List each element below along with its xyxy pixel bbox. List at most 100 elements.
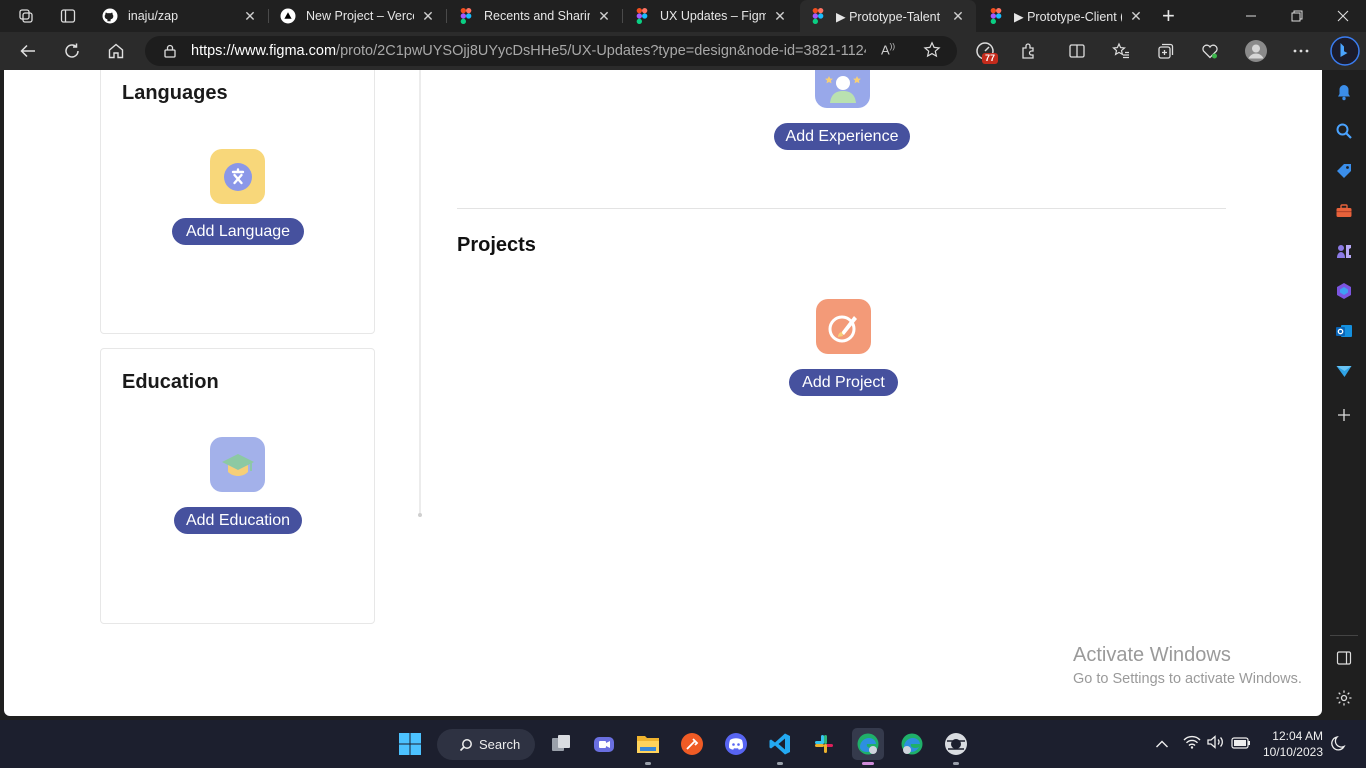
close-icon[interactable]: ✕ — [242, 8, 258, 25]
task-view-icon[interactable] — [545, 728, 577, 760]
hide-sidebar-icon[interactable] — [1333, 647, 1355, 669]
minimize-button[interactable] — [1228, 0, 1274, 32]
teams-chat-icon[interactable] — [588, 728, 620, 760]
tools-toolbox-icon[interactable] — [1333, 200, 1355, 222]
volume-icon[interactable] — [1207, 735, 1225, 754]
github-icon — [102, 8, 118, 24]
new-tab-button[interactable]: + — [1158, 0, 1188, 32]
windows-start-icon[interactable] — [394, 728, 426, 760]
languages-card: Languages Add Language — [100, 70, 375, 334]
extensions-puzzle-icon[interactable] — [1015, 37, 1043, 65]
add-experience-button[interactable]: Add Experience — [774, 123, 910, 150]
wifi-icon[interactable] — [1183, 735, 1201, 754]
tab-title: UX Updates – Figma — [660, 9, 766, 23]
browser-essentials-icon[interactable] — [1196, 37, 1224, 65]
tab-ux-updates[interactable]: UX Updates – Figma ✕ — [624, 0, 798, 32]
tab-title: ▶ Prototype-Talent ( — [836, 9, 944, 24]
plus-icon: + — [1162, 3, 1175, 28]
edge-profile-icon[interactable] — [852, 728, 884, 765]
tab-recents[interactable]: Recents and Sharing ✕ — [448, 0, 622, 32]
close-icon[interactable]: ✕ — [596, 8, 612, 25]
watermark-line2: Go to Settings to activate Windows. — [1073, 671, 1302, 687]
person-icon — [815, 70, 870, 108]
vercel-icon — [280, 8, 296, 24]
collections-icon[interactable] — [1152, 37, 1180, 65]
back-icon[interactable] — [14, 37, 42, 65]
search-icon[interactable] — [1333, 120, 1355, 142]
shopping-tag-icon[interactable] — [1333, 160, 1355, 182]
favorite-star-icon[interactable] — [923, 41, 941, 63]
search-icon — [459, 738, 472, 751]
close-icon[interactable]: ✕ — [950, 8, 966, 25]
tab-title: inaju/zap — [128, 9, 179, 23]
refresh-icon[interactable] — [58, 37, 86, 65]
workspaces-icon[interactable] — [16, 6, 36, 26]
show-hidden-icons-chevron-up-icon[interactable] — [1155, 736, 1169, 754]
read-aloud-icon[interactable]: A)) — [881, 42, 895, 57]
outlook-icon[interactable] — [1333, 320, 1355, 342]
graduation-cap-icon — [210, 437, 265, 492]
browser-toolbar: https://www.figma.com/proto/2C1pwUYSOjj8… — [0, 32, 1366, 70]
profile-avatar[interactable] — [1242, 37, 1270, 65]
vertical-tabs-icon[interactable] — [58, 6, 78, 26]
windows-taskbar: Search 12:04 AM 10/10/2023 — [0, 720, 1366, 768]
add-project-button[interactable]: Add Project — [789, 369, 898, 396]
figma-icon — [810, 8, 826, 24]
tab-title: ▶ Prototype-Client ( — [1014, 9, 1122, 24]
tab-strip: inaju/zap ✕ New Project – Vercel ✕ Recen… — [0, 0, 1366, 32]
games-chess-icon[interactable] — [1333, 240, 1355, 262]
education-card: Education Add Education — [100, 348, 375, 624]
add-language-button[interactable]: Add Language — [172, 218, 304, 245]
search-label: Search — [479, 737, 521, 752]
figma-icon — [988, 8, 1004, 24]
notification-bell-icon[interactable] — [1333, 81, 1355, 103]
discord-icon[interactable] — [720, 728, 752, 760]
edit-pen-icon — [816, 299, 871, 354]
sidebar-settings-icon[interactable] — [1333, 687, 1355, 709]
file-explorer-icon[interactable] — [632, 728, 664, 765]
education-title: Education — [122, 371, 219, 393]
add-sidebar-app-icon[interactable] — [1333, 404, 1355, 426]
address-bar[interactable]: https://www.figma.com/proto/2C1pwUYSOjj8… — [145, 36, 957, 66]
edge-browser-icon[interactable] — [896, 728, 928, 760]
restore-button[interactable] — [1274, 0, 1320, 32]
postman-icon[interactable] — [676, 728, 708, 760]
tab-github[interactable]: inaju/zap ✕ — [92, 0, 268, 32]
lock-icon[interactable] — [163, 44, 177, 58]
tab-prototype-talent[interactable]: ▶ Prototype-Talent ( ✕ — [800, 0, 976, 32]
split-screen-icon[interactable] — [1063, 37, 1091, 65]
divider-end-dot — [418, 513, 422, 517]
url-text: https://www.figma.com/proto/2C1pwUYSOjj8… — [191, 43, 866, 59]
taskbar-clock[interactable]: 12:04 AM 10/10/2023 — [1256, 728, 1323, 760]
projects-title: Projects — [457, 234, 536, 256]
more-options-icon[interactable] — [1287, 37, 1315, 65]
languages-title: Languages — [122, 82, 228, 104]
chromium-app-icon[interactable] — [940, 728, 972, 765]
vscode-icon[interactable] — [764, 728, 796, 765]
home-icon[interactable] — [102, 37, 130, 65]
favorites-icon[interactable] — [1107, 37, 1135, 65]
microsoft365-icon[interactable] — [1333, 280, 1355, 302]
tab-vercel[interactable]: New Project – Vercel ✕ — [270, 0, 446, 32]
section-divider — [457, 208, 1226, 209]
do-not-disturb-moon-icon[interactable] — [1331, 734, 1349, 757]
battery-icon[interactable] — [1231, 736, 1251, 754]
clock-time: 12:04 AM — [1272, 729, 1323, 743]
clock-date: 10/10/2023 — [1262, 745, 1323, 759]
slack-icon[interactable] — [808, 728, 840, 760]
close-icon[interactable]: ✕ — [772, 8, 788, 25]
close-icon[interactable]: ✕ — [420, 8, 436, 25]
close-window-button[interactable] — [1320, 0, 1366, 32]
taskbar-search[interactable]: Search — [437, 729, 535, 760]
tab-title: Recents and Sharing — [484, 9, 590, 23]
tab-prototype-client[interactable]: ▶ Prototype-Client ( ✕ — [978, 0, 1154, 32]
bing-copilot-icon[interactable] — [1329, 35, 1361, 67]
figma-icon — [634, 8, 650, 24]
edge-sidebar — [1322, 70, 1366, 716]
figma-prototype-viewport: Languages Add Language Education Add Edu… — [4, 70, 1322, 716]
drop-send-icon[interactable] — [1333, 360, 1355, 382]
extension-badge: 77 — [982, 53, 999, 64]
close-icon[interactable]: ✕ — [1128, 8, 1144, 25]
figma-icon — [458, 8, 474, 24]
add-education-button[interactable]: Add Education — [174, 507, 302, 534]
